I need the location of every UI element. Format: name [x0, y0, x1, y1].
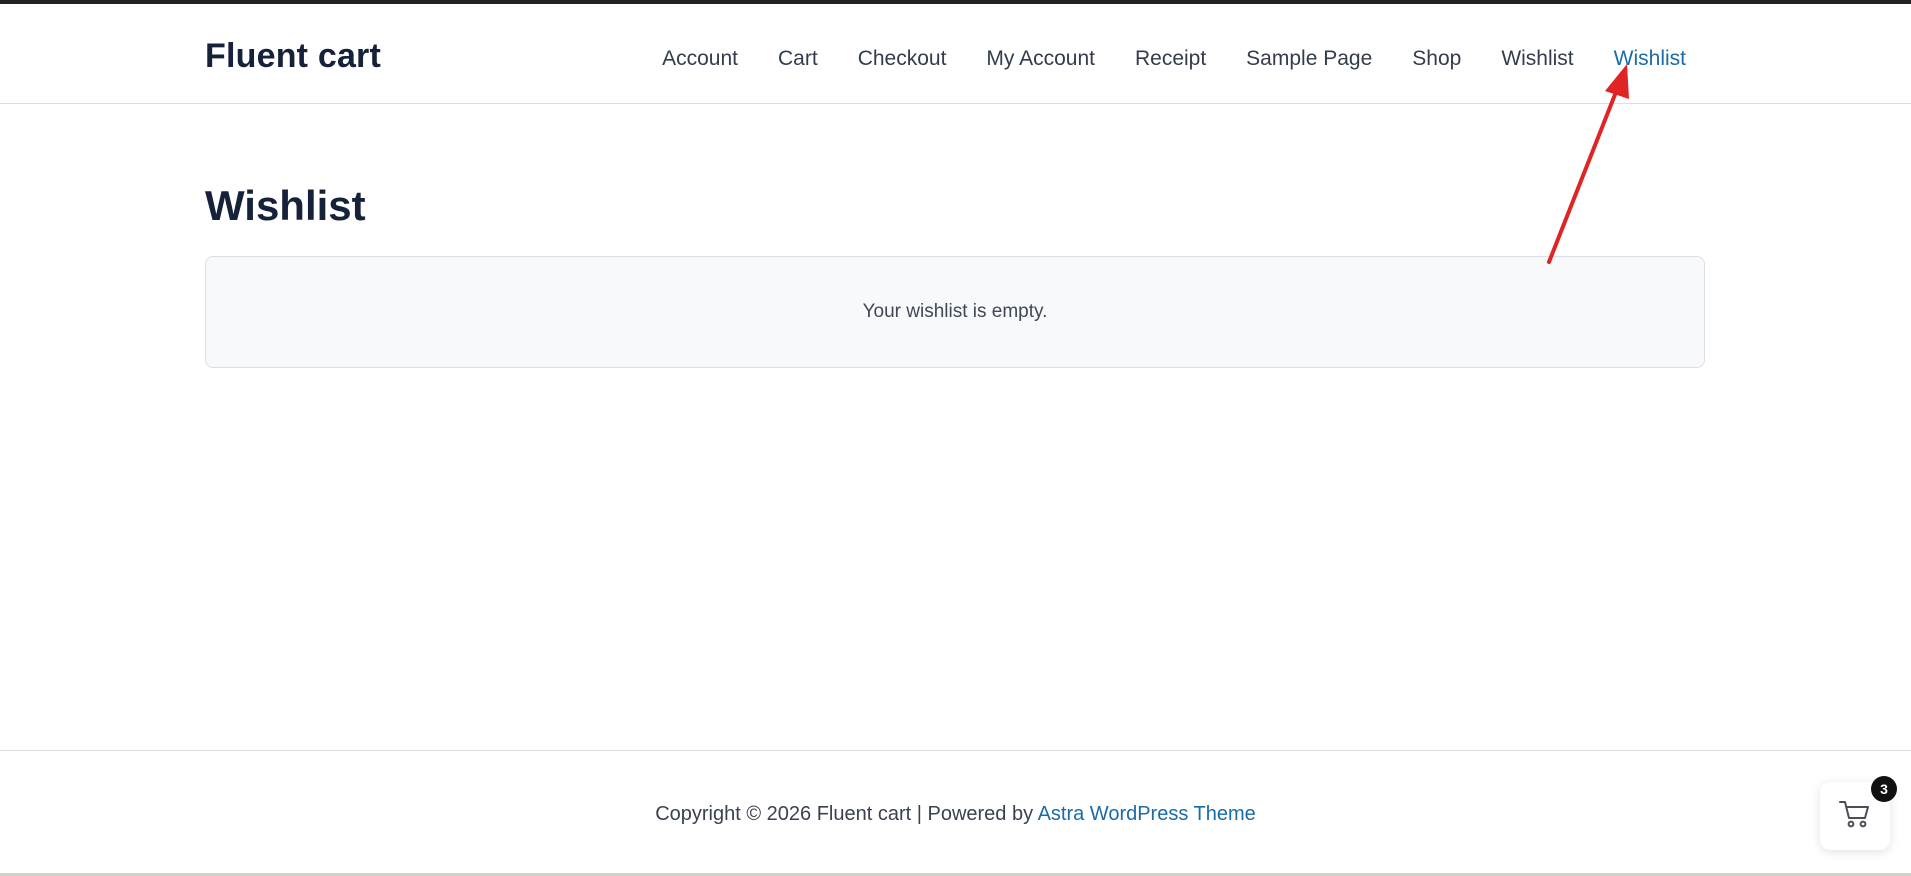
- nav-item-shop[interactable]: Shop: [1412, 42, 1461, 76]
- nav-item-account[interactable]: Account: [662, 42, 738, 76]
- main-nav: Account Cart Checkout My Account Receipt…: [662, 42, 1686, 76]
- shopping-cart-icon: [1839, 799, 1871, 834]
- site-header: Fluent cart Account Cart Checkout My Acc…: [0, 4, 1911, 104]
- empty-message: Your wishlist is empty.: [862, 301, 1048, 322]
- site-title[interactable]: Fluent cart: [205, 34, 381, 78]
- wishlist-empty-notice: Your wishlist is empty.: [205, 256, 1705, 368]
- nav-item-checkout[interactable]: Checkout: [858, 42, 947, 76]
- page: Fluent cart Account Cart Checkout My Acc…: [0, 0, 1911, 876]
- site-footer: Copyright © 2026 Fluent cart | Powered b…: [0, 750, 1911, 876]
- nav-item-receipt[interactable]: Receipt: [1135, 42, 1206, 76]
- footer-credits: Copyright © 2026 Fluent cart | Powered b…: [0, 803, 1911, 826]
- nav-item-sample-page[interactable]: Sample Page: [1246, 42, 1372, 76]
- nav-item-cart[interactable]: Cart: [778, 42, 818, 76]
- main-content: Wishlist Your wishlist is empty.: [205, 170, 1705, 368]
- nav-item-my-account[interactable]: My Account: [986, 42, 1095, 76]
- copyright-text: Copyright © 2026 Fluent cart | Powered b…: [655, 803, 1038, 825]
- annotation-arrow: [1547, 64, 1629, 264]
- page-title: Wishlist: [205, 182, 366, 229]
- theme-link[interactable]: Astra WordPress Theme: [1038, 803, 1256, 825]
- cart-count-badge: 3: [1871, 776, 1897, 802]
- nav-item-wishlist[interactable]: Wishlist: [1501, 42, 1573, 76]
- nav-item-wishlist-active[interactable]: Wishlist: [1614, 42, 1686, 76]
